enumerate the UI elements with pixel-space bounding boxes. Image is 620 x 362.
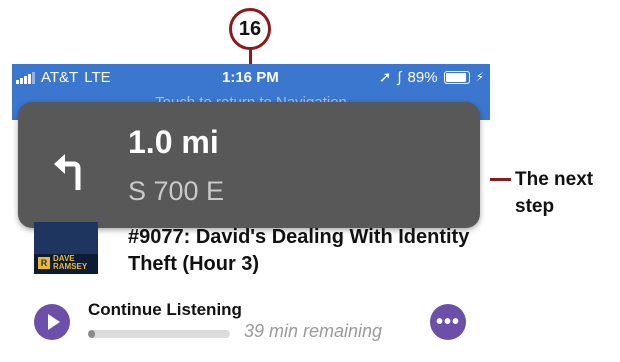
- annotation-label: The next step: [515, 169, 594, 217]
- navigation-banner[interactable]: 1.0 mi S 700 E: [18, 102, 480, 228]
- next-step-distance: 1.0 mi: [128, 124, 219, 160]
- signal-strength-icon: [16, 71, 35, 84]
- continue-listening-label: Continue Listening: [88, 300, 242, 319]
- bluetooth-icon: ∫: [397, 68, 402, 86]
- battery-icon: [443, 70, 470, 84]
- play-button[interactable]: [34, 304, 70, 340]
- turn-left-icon: [54, 154, 81, 190]
- location-arrow-icon: ➚: [378, 69, 392, 86]
- episode-title[interactable]: #9077: David's Dealing With Identity The…: [128, 224, 478, 278]
- listening-progress-bar: [88, 330, 230, 338]
- charging-icon: ⚡: [475, 70, 484, 84]
- callout-number-badge: 16: [229, 8, 271, 50]
- phone-screen: AT&T LTE 1:16 PM ➚ ∫ 89% ⚡ Touch to retu…: [12, 64, 490, 362]
- battery-percent: 89%: [407, 68, 438, 86]
- status-left: AT&T LTE: [16, 69, 111, 86]
- listening-progress-fill: [88, 330, 96, 338]
- status-time: 1:16 PM: [222, 69, 279, 86]
- more-options-button[interactable]: •••: [430, 304, 466, 340]
- podcast-artwork-label: DAVE RAMSEY: [53, 254, 88, 271]
- podcast-logo-icon: R: [38, 257, 50, 269]
- status-right: ➚ ∫ 89% ⚡: [378, 68, 484, 87]
- podcast-artwork[interactable]: R DAVE RAMSEY: [34, 222, 98, 274]
- time-remaining: 39 min remaining: [244, 321, 383, 341]
- next-step-street: S 700 E: [128, 176, 225, 206]
- ellipsis-icon: •••: [435, 311, 460, 333]
- network-type: LTE: [84, 69, 111, 86]
- callout-number: 16: [238, 17, 262, 40]
- carrier-name: AT&T: [41, 69, 79, 86]
